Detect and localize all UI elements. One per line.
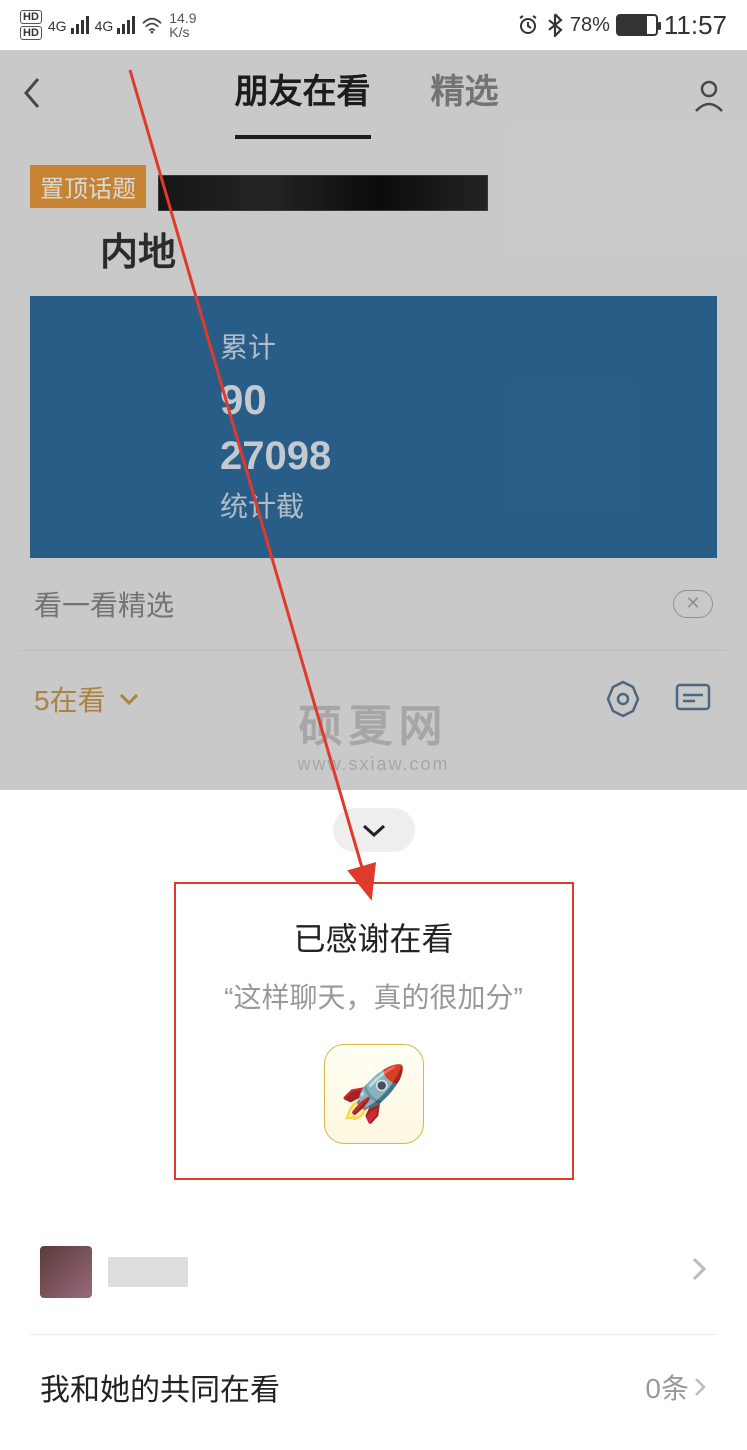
thanks-subtitle: “这样聊天，真的很加分”	[196, 976, 552, 1016]
reading-count[interactable]: 5在看	[34, 679, 140, 719]
chevron-right-icon	[693, 1375, 707, 1399]
thanks-highlight: 已感谢在看 “这样聊天，真的很加分” 🚀	[174, 882, 574, 1180]
reaction-rocket[interactable]: 🚀	[324, 1044, 424, 1144]
suggestion-row[interactable]: 看一看精选 ✕	[30, 558, 717, 650]
chevron-down-icon	[360, 822, 388, 838]
avatar	[40, 1246, 92, 1298]
alarm-icon	[516, 13, 540, 37]
tab-featured[interactable]: 精选	[431, 64, 499, 131]
signal-2: 4G	[95, 16, 136, 34]
hd-badge-1: HD	[20, 10, 42, 24]
censored-text	[158, 175, 488, 211]
chevron-right-icon	[691, 1253, 707, 1292]
bottom-sheet: 已感谢在看 “这样聊天，真的很加分” 🚀 我和她的共同在看 0条	[0, 790, 747, 1450]
reading-actions	[603, 679, 713, 719]
wifi-icon	[141, 16, 163, 34]
background-page: 朋友在看 精选 置顶话题 内地 累计 90 27098 统计截 看一看精选 ✕ …	[0, 50, 747, 790]
clock: 11:57	[664, 10, 727, 41]
stats-label: 累计	[220, 326, 717, 366]
battery-icon	[616, 14, 658, 36]
battery-percent: 78%	[570, 14, 610, 37]
stats-value-2: 27098	[220, 434, 717, 479]
thanks-title: 已感谢在看	[196, 914, 552, 960]
stats-card[interactable]: 累计 90 27098 统计截	[30, 296, 717, 558]
sheet-close-handle[interactable]	[333, 808, 415, 852]
stats-value-1: 90	[220, 376, 717, 424]
sheet-handle-wrap	[30, 808, 717, 852]
signal-1: 4G	[48, 16, 89, 34]
settings-icon[interactable]	[603, 679, 643, 719]
tabs: 朋友在看 精选	[42, 64, 691, 131]
common-reading-row[interactable]: 我和她的共同在看 0条	[30, 1334, 717, 1439]
status-right: 78% 11:57	[516, 10, 727, 41]
stats-footer: 统计截	[220, 485, 717, 525]
close-suggestion-button[interactable]: ✕	[673, 590, 713, 618]
common-reading-label: 我和她的共同在看	[40, 1365, 280, 1409]
pinned-topic-badge: 置顶话题	[30, 165, 146, 208]
tab-friends-reading[interactable]: 朋友在看	[235, 64, 371, 131]
status-bar: HD HD 4G 4G 14.9 K/s 78%	[0, 0, 747, 50]
chevron-down-icon	[118, 692, 140, 706]
reading-row: 5在看	[30, 651, 717, 747]
suggestion-label: 看一看精选	[34, 584, 174, 624]
topic-title: 内地	[100, 221, 717, 276]
comment-icon[interactable]	[673, 679, 713, 719]
status-left: HD HD 4G 4G 14.9 K/s	[20, 10, 197, 40]
profile-button[interactable]	[691, 77, 727, 118]
network-speed: 14.9 K/s	[169, 11, 196, 39]
user-row[interactable]	[30, 1230, 717, 1314]
topic-row: 置顶话题	[30, 165, 717, 211]
user-name-blurred	[108, 1257, 188, 1287]
bluetooth-icon	[546, 13, 564, 37]
back-button[interactable]	[20, 75, 42, 120]
header: 朋友在看 精选	[0, 50, 747, 145]
rocket-icon: 🚀	[340, 1063, 407, 1126]
hd-badge-2: HD	[20, 26, 42, 40]
common-reading-count: 0条	[645, 1367, 707, 1407]
hd-badges: HD HD	[20, 10, 42, 40]
content: 置顶话题 内地 累计 90 27098 统计截 看一看精选 ✕ 5在看	[0, 145, 747, 767]
